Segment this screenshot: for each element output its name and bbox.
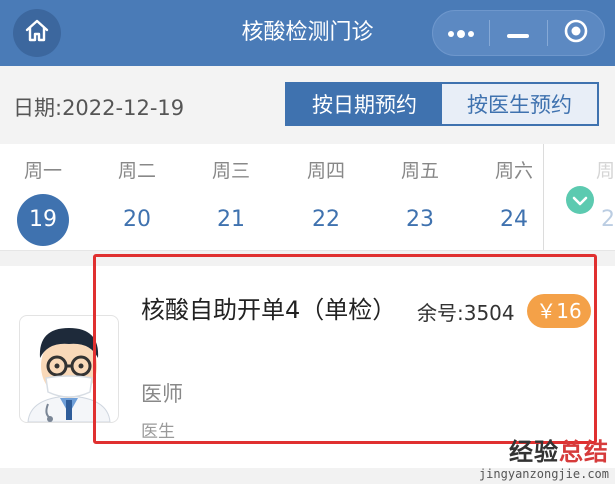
- tab-by-doctor[interactable]: 按医生预约: [442, 84, 597, 124]
- day-item[interactable]: 周六 24: [474, 144, 554, 250]
- day-item[interactable]: 周一 19: [3, 144, 83, 250]
- week-day-strip: 周一 19 周二 20 周三 21 周四 22 周五 23 周六 24 周日 2…: [0, 144, 615, 251]
- minimize-icon: [507, 24, 530, 43]
- day-number: 23: [406, 207, 434, 232]
- weekday-label: 周一: [23, 160, 62, 182]
- target-icon: [563, 18, 589, 48]
- weekday-label: 周四: [306, 160, 345, 182]
- weekday-label: 周五: [400, 160, 439, 182]
- weekday-label: 周二: [117, 160, 156, 182]
- weekday-label: 周日: [595, 160, 615, 182]
- mini-program-capsule: [432, 10, 605, 56]
- day-number: 21: [217, 207, 245, 232]
- day-item[interactable]: 周二 20: [97, 144, 177, 250]
- more-button[interactable]: [433, 11, 489, 55]
- watermark: 经验总结 jingyanzongjie.com: [479, 432, 609, 481]
- minimize-button[interactable]: [490, 11, 546, 55]
- expand-calendar-button[interactable]: [566, 186, 594, 214]
- day-item[interactable]: 周三 21: [191, 144, 271, 250]
- day-number: 20: [123, 207, 151, 232]
- weekday-label: 周三: [211, 160, 250, 182]
- more-icon: [446, 24, 476, 43]
- watermark-title: 经验总结: [509, 438, 609, 466]
- selected-date-label: 日期:2022-12-19: [13, 96, 185, 120]
- weekday-label: 周六: [494, 160, 533, 182]
- day-number: 19: [17, 194, 69, 246]
- day-number: 22: [312, 207, 340, 232]
- highlight-box: [93, 254, 597, 444]
- day-item[interactable]: 周五 23: [380, 144, 460, 250]
- day-number: 24: [500, 207, 528, 232]
- watermark-url: jingyanzongjie.com: [478, 467, 609, 481]
- day-item[interactable]: 周四 22: [286, 144, 366, 250]
- tab-by-date[interactable]: 按日期预约: [287, 84, 442, 124]
- close-button[interactable]: [548, 11, 604, 55]
- booking-mode-switch: 按日期预约 按医生预约: [285, 82, 599, 126]
- chevron-down-icon: [572, 191, 588, 210]
- nav-bar: 核酸检测门诊: [0, 0, 615, 66]
- strip-divider: [543, 144, 544, 250]
